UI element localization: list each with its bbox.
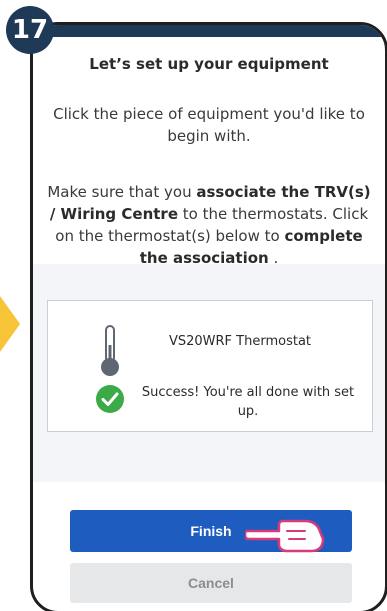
phone-frame: Let’s set up your equipment Click the pi… — [30, 22, 387, 611]
association-text-part1: Make sure that you — [47, 183, 197, 201]
pointing-hand-icon — [245, 519, 325, 553]
check-circle-icon — [96, 385, 124, 413]
intro-text: Click the piece of equipment you'd like … — [53, 105, 365, 145]
thermometer-icon — [101, 325, 119, 376]
device-card[interactable]: VS20WRF Thermostat Success! You're all d… — [47, 300, 373, 432]
cancel-button[interactable]: Cancel — [70, 563, 352, 603]
device-name: VS20WRF Thermostat — [168, 334, 312, 349]
success-message: Success! You're all done with set up. — [141, 385, 355, 419]
association-text: Make sure that you associate the TRV(s) … — [47, 181, 371, 269]
step-number-badge: 17 — [6, 6, 54, 54]
yellow-pointer-arrow — [0, 296, 20, 352]
page-title: Let’s set up your equipment — [89, 55, 329, 73]
top-bar — [33, 25, 385, 37]
